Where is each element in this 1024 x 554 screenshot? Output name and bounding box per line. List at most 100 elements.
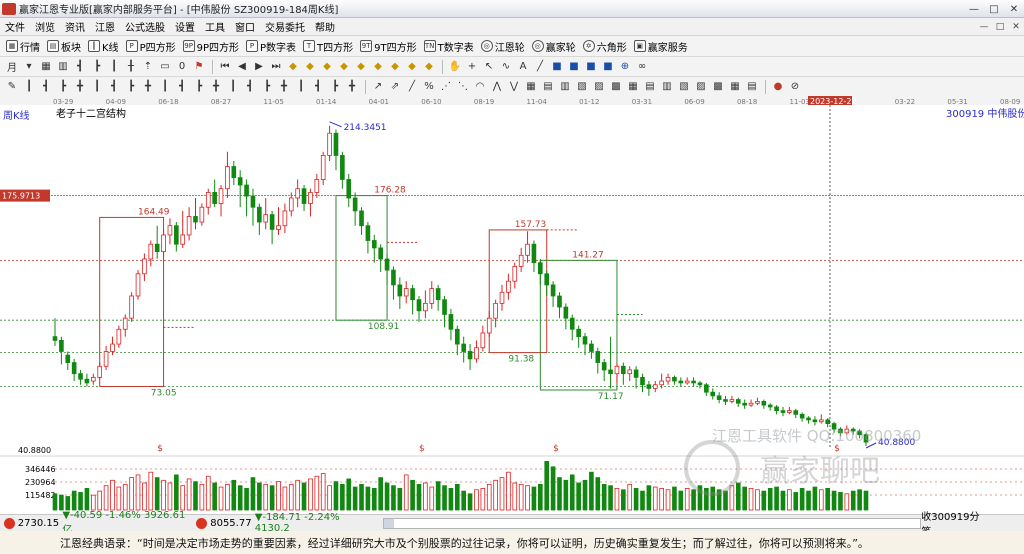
zigzag-icon[interactable]: ⋁ — [506, 79, 522, 95]
grid-icon[interactable]: ▤ — [744, 79, 760, 95]
grid-icon[interactable]: ▩ — [608, 79, 624, 95]
grid-icon[interactable]: ▥ — [659, 79, 675, 95]
minimize-button[interactable]: — — [964, 0, 984, 18]
bar-chart-icon[interactable]: ┣ — [327, 79, 343, 95]
grid-icon[interactable]: ▨ — [693, 79, 709, 95]
bar-chart-icon[interactable]: ┫ — [38, 79, 54, 95]
delete-icon[interactable]: ⊘ — [787, 79, 803, 95]
mdi-close-button[interactable]: ✕ — [1008, 19, 1024, 34]
crosshair-icon[interactable]: + — [464, 59, 480, 75]
nav-kline-button[interactable]: ┃ K线 — [88, 39, 119, 54]
cursor-icon[interactable]: ↖ — [481, 59, 497, 75]
nav-p-square-button[interactable]: P P四方形 — [125, 39, 176, 54]
nav-9t-square-button[interactable]: 9T 9T四方形 — [360, 39, 417, 54]
bar-chart-icon[interactable]: ╋ — [208, 79, 224, 95]
bar-chart-icon[interactable]: ┃ — [21, 79, 37, 95]
grid-icon[interactable]: ▤ — [540, 79, 556, 95]
bar-chart-icon[interactable]: ┣ — [123, 79, 139, 95]
up-icon[interactable]: ⇡ — [140, 59, 156, 75]
nav-t-square-button[interactable]: T T四方形 — [303, 39, 353, 54]
bar-chart-icon[interactable]: ┣ — [191, 79, 207, 95]
line-icon[interactable]: ╱ — [532, 59, 548, 75]
diamond-icon[interactable]: ◆ — [370, 59, 386, 75]
bar-chart-icon[interactable]: ┃ — [225, 79, 241, 95]
candle-icon[interactable]: ┃ — [106, 59, 122, 75]
save-icon[interactable]: ■ — [600, 59, 616, 75]
flag-icon[interactable]: ⚑ — [191, 59, 207, 75]
menu-info[interactable]: 资讯 — [60, 19, 90, 34]
diamond-icon[interactable]: ◆ — [302, 59, 318, 75]
percent-icon[interactable]: % — [421, 79, 437, 95]
menu-file[interactable]: 文件 — [0, 19, 30, 34]
grid-icon[interactable]: ▥ — [557, 79, 573, 95]
save-icon[interactable]: ■ — [583, 59, 599, 75]
hand-icon[interactable]: ✋ — [447, 59, 463, 75]
nav-hexagon-button[interactable]: ✡ 六角形 — [582, 39, 627, 54]
grid-icon[interactable]: ▦ — [727, 79, 743, 95]
bar-chart-icon[interactable]: ┫ — [242, 79, 258, 95]
kline-chart[interactable]: 03-29 04-09 06-18 08-27 11-05 01-14 04-01 06-10… — [0, 96, 1024, 514]
grid-icon[interactable]: ▦ — [523, 79, 539, 95]
mdi-restore-button[interactable]: □ — [992, 19, 1008, 34]
palette-icon[interactable]: ● — [770, 79, 786, 95]
fan-icon[interactable]: ⋰ — [438, 79, 454, 95]
diamond-icon[interactable]: ◆ — [336, 59, 352, 75]
chevron-down-icon[interactable]: ▾ — [21, 59, 37, 75]
menu-gann[interactable]: 江恩 — [90, 19, 120, 34]
next-icon[interactable]: ▶ — [251, 59, 267, 75]
grid-icon[interactable]: ▦ — [625, 79, 641, 95]
diamond-icon[interactable]: ◆ — [421, 59, 437, 75]
diamond-icon[interactable]: ◆ — [353, 59, 369, 75]
pencil-icon[interactable]: ✎ — [4, 79, 20, 95]
bar-chart-icon[interactable]: ┃ — [157, 79, 173, 95]
diamond-icon[interactable]: ◆ — [285, 59, 301, 75]
menu-help[interactable]: 帮助 — [310, 19, 340, 34]
grid-icon[interactable]: ▧ — [676, 79, 692, 95]
bar-chart-icon[interactable]: ╋ — [140, 79, 156, 95]
chart-scrollbar[interactable] — [383, 517, 922, 529]
save-icon[interactable]: ■ — [549, 59, 565, 75]
nav-t-table-button[interactable]: TN T数字表 — [423, 39, 474, 54]
grid-icon[interactable]: ▨ — [591, 79, 607, 95]
chart-icon[interactable]: ▥ — [55, 59, 71, 75]
close-button[interactable]: ✕ — [1004, 0, 1024, 18]
menu-window[interactable]: 窗口 — [230, 19, 260, 34]
menu-settings[interactable]: 设置 — [170, 19, 200, 34]
save-icon[interactable]: ■ — [566, 59, 582, 75]
zoom-icon[interactable]: ⊕ — [617, 59, 633, 75]
grid-icon[interactable]: ▤ — [642, 79, 658, 95]
arrow-icon[interactable]: ↗ — [370, 79, 386, 95]
grid-icon[interactable]: ▧ — [574, 79, 590, 95]
text-icon[interactable]: A — [515, 59, 531, 75]
line-icon[interactable]: ╱ — [404, 79, 420, 95]
bar-chart-icon[interactable]: ┃ — [293, 79, 309, 95]
nav-p-table-button[interactable]: P P数字表 — [246, 39, 296, 54]
nav-service-button[interactable]: ▣ 赢家服务 — [633, 39, 688, 54]
diamond-icon[interactable]: ◆ — [319, 59, 335, 75]
grid-icon[interactable]: ▦ — [38, 59, 54, 75]
bar-chart-icon[interactable]: ╋ — [344, 79, 360, 95]
box-icon[interactable]: ▭ — [157, 59, 173, 75]
arc-icon[interactable]: ◠ — [472, 79, 488, 95]
bar-chart-icon[interactable]: ┫ — [174, 79, 190, 95]
candle-icon[interactable]: ╂ — [123, 59, 139, 75]
nav-grid-button[interactable]: ▦ 行情 — [6, 39, 40, 54]
bar-chart-icon[interactable]: ╋ — [72, 79, 88, 95]
zigzag-icon[interactable]: ⋀ — [489, 79, 505, 95]
bar-chart-icon[interactable]: ╋ — [276, 79, 292, 95]
nav-winner-wheel-button[interactable]: ◎ 赢家轮 — [531, 39, 576, 54]
menu-formula[interactable]: 公式选股 — [120, 19, 170, 34]
menu-browse[interactable]: 浏览 — [30, 19, 60, 34]
fan-icon[interactable]: ⋱ — [455, 79, 471, 95]
prev-icon[interactable]: ◀ — [234, 59, 250, 75]
menu-tools[interactable]: 工具 — [200, 19, 230, 34]
mdi-minimize-button[interactable]: — — [976, 19, 992, 34]
bar-chart-icon[interactable]: ┫ — [72, 59, 88, 75]
wave-icon[interactable]: ∿ — [498, 59, 514, 75]
bar-chart-icon[interactable]: ┣ — [89, 59, 105, 75]
last-icon[interactable]: ⏭ — [268, 59, 284, 75]
binoculars-icon[interactable]: ∞ — [634, 59, 650, 75]
nav-9p-square-button[interactable]: 9P 9P四方形 — [182, 39, 239, 54]
bar-chart-icon[interactable]: ┫ — [310, 79, 326, 95]
bar-chart-icon[interactable]: ┣ — [259, 79, 275, 95]
